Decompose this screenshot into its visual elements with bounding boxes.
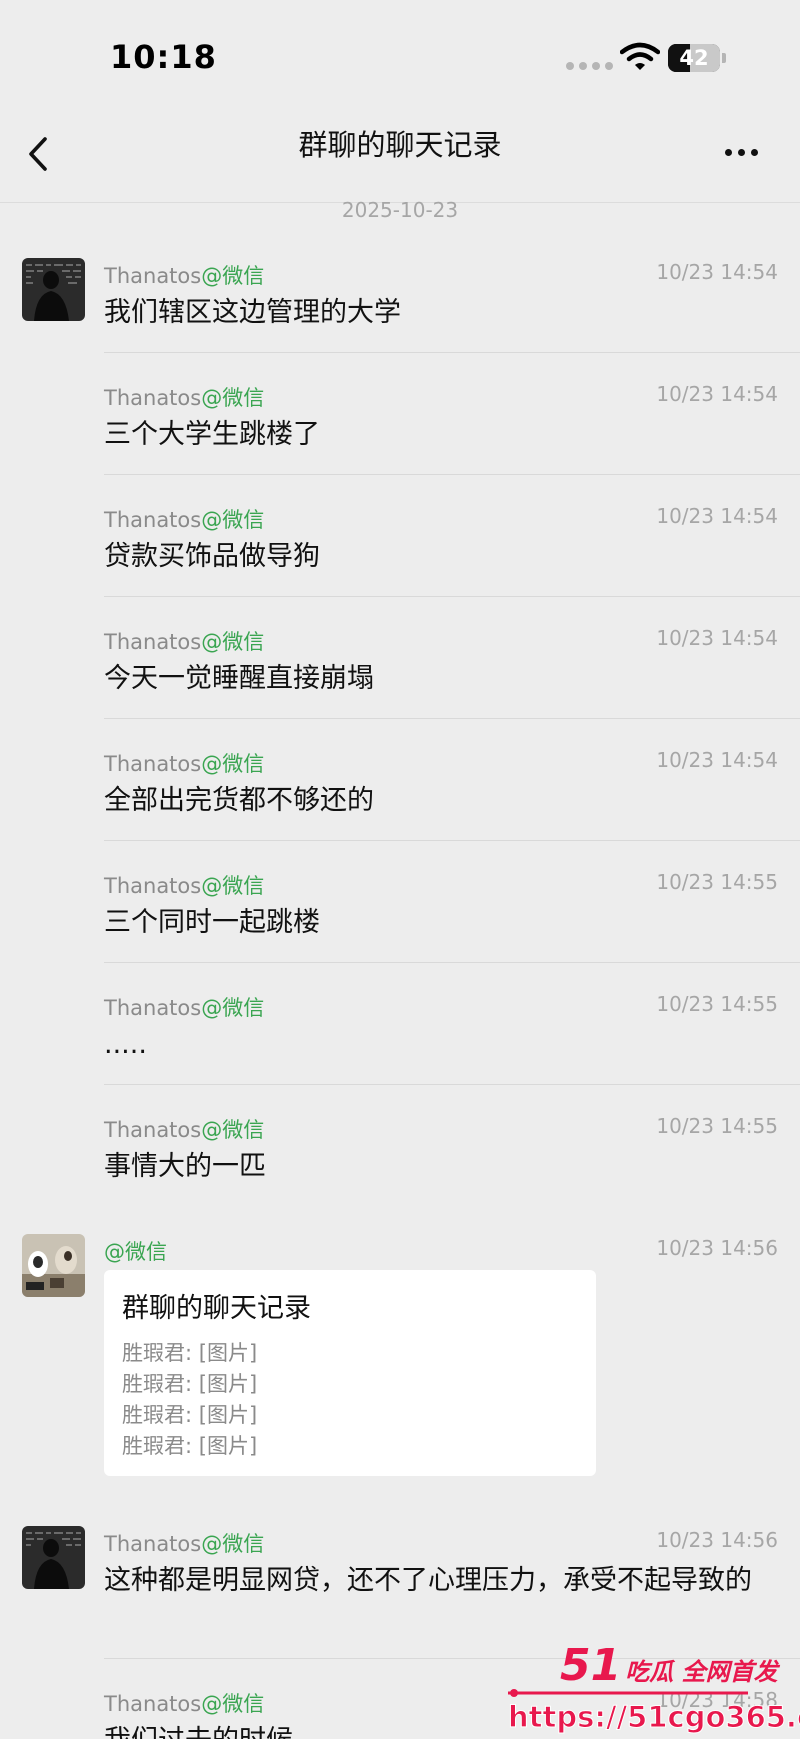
chat-record-page: 10:18 42 群聊的聊天记录 2025-10-23 Thanatos@微信 … (0, 0, 800, 1739)
navigation-bar: 群聊的聊天记录 (0, 110, 800, 203)
message-text: 今天一觉睡醒直接崩塌 (104, 663, 374, 694)
message-row: Thanatos@微信 10/23 14:54 我们辖区这边管理的大学 (0, 256, 800, 378)
sender-name: Thanatos@微信 (104, 264, 265, 288)
battery-level-text: 42 (679, 46, 709, 70)
more-options-button[interactable] (716, 130, 766, 174)
watermark-brand: 51 吃瓜 全网首发 (560, 1640, 778, 1691)
message-divider (104, 962, 800, 963)
avatar-dark-figure-icon (22, 258, 85, 321)
message-text: 事情大的一匹 (104, 1151, 266, 1182)
message-text: 三个大学生跳楼了 (104, 419, 320, 450)
page-title: 群聊的聊天记录 (298, 128, 502, 162)
card-title: 群聊的聊天记录 (122, 1293, 311, 1324)
message-time: 10/23 14:54 (656, 748, 778, 772)
battery-icon: 42 (668, 44, 720, 72)
card-preview-lines: 胜瑕君: [图片] 胜瑕君: [图片] 胜瑕君: [图片] 胜瑕君: [图片] (122, 1338, 257, 1462)
message-text: 我们辖区这边管理的大学 (104, 297, 401, 328)
more-dot-icon (724, 148, 732, 156)
message-divider (104, 474, 800, 475)
message-row: Thanatos@微信 10/23 14:54 贷款买饰品做导狗 (0, 500, 800, 622)
sender-name: @微信 (104, 1240, 167, 1264)
sender-name: Thanatos@微信 (104, 1532, 265, 1556)
message-row: Thanatos@微信 10/23 14:54 三个大学生跳楼了 (0, 378, 800, 500)
date-divider: 2025-10-23 (341, 198, 459, 222)
sender-name: Thanatos@微信 (104, 508, 265, 532)
avatar-animals-icon (22, 1234, 85, 1297)
message-row: Thanatos@微信 10/23 14:54 今天一觉睡醒直接崩塌 (0, 622, 800, 744)
sender-name: Thanatos@微信 (104, 752, 265, 776)
more-dot-icon (737, 148, 745, 156)
message-time: 10/23 14:54 (656, 504, 778, 528)
avatar[interactable] (22, 1526, 85, 1589)
forwarded-chat-card[interactable]: 群聊的聊天记录 胜瑕君: [图片] 胜瑕君: [图片] 胜瑕君: [图片] 胜瑕… (104, 1270, 596, 1476)
more-dot-icon (750, 148, 758, 156)
message-time: 10/23 14:54 (656, 260, 778, 284)
message-text: 贷款买饰品做导狗 (104, 541, 320, 572)
message-time: 10/23 14:56 (656, 1236, 778, 1260)
message-time: 10/23 14:55 (656, 992, 778, 1016)
message-time: 10/23 14:55 (656, 870, 778, 894)
sender-name: Thanatos@微信 (104, 386, 265, 410)
watermark-underline-icon (508, 1689, 748, 1697)
message-row: Thanatos@微信 10/23 14:55 事情大的一匹 (0, 1110, 800, 1232)
message-time: 10/23 14:56 (656, 1528, 778, 1552)
message-text: 三个同时一起跳楼 (104, 907, 320, 938)
message-text: 全部出完货都不够还的 (104, 785, 374, 816)
cellular-signal-icon (566, 62, 613, 70)
card-preview-line: 胜瑕君: [图片] (122, 1372, 258, 1396)
watermark-url: https://51cgo365.com (507, 1700, 800, 1735)
wifi-icon (620, 42, 660, 70)
battery-tip (722, 53, 726, 63)
message-time: 10/23 14:55 (656, 1114, 778, 1138)
message-divider (104, 596, 800, 597)
message-divider (104, 840, 800, 841)
message-row: Thanatos@微信 10/23 14:55 三个同时一起跳楼 (0, 866, 800, 988)
message-row-forwarded-chat: @微信 10/23 14:56 群聊的聊天记录 胜瑕君: [图片] 胜瑕君: [… (0, 1232, 800, 1500)
avatar-dark-figure-icon (22, 1526, 85, 1589)
message-text: ..... (104, 1029, 147, 1060)
site-watermark: 51吃瓜 全网首发 https://51cgo365.com (500, 1638, 800, 1739)
sender-name: Thanatos@微信 (104, 996, 265, 1020)
status-time: 10:18 (110, 38, 217, 76)
card-preview-line: 胜瑕君: [图片] (122, 1403, 258, 1427)
avatar[interactable] (22, 1234, 85, 1297)
sender-name: Thanatos@微信 (104, 630, 265, 654)
message-text: 这种都是明显网贷，还不了心理压力，承受不起导致的 (104, 1565, 752, 1596)
sender-name: Thanatos@微信 (104, 1692, 265, 1716)
sender-name: Thanatos@微信 (104, 1118, 265, 1142)
avatar[interactable] (22, 258, 85, 321)
message-time: 10/23 14:54 (656, 382, 778, 406)
status-bar: 10:18 42 (0, 0, 800, 110)
sender-name: Thanatos@微信 (104, 874, 265, 898)
message-row: Thanatos@微信 10/23 14:54 全部出完货都不够还的 (0, 744, 800, 866)
card-preview-line: 胜瑕君: [图片] (122, 1434, 258, 1458)
message-divider (104, 1084, 800, 1085)
message-divider (104, 718, 800, 719)
message-row: Thanatos@微信 10/23 14:55 ..... (0, 988, 800, 1110)
card-preview-line: 胜瑕君: [图片] (122, 1341, 258, 1365)
message-divider (104, 352, 800, 353)
message-time: 10/23 14:54 (656, 626, 778, 650)
